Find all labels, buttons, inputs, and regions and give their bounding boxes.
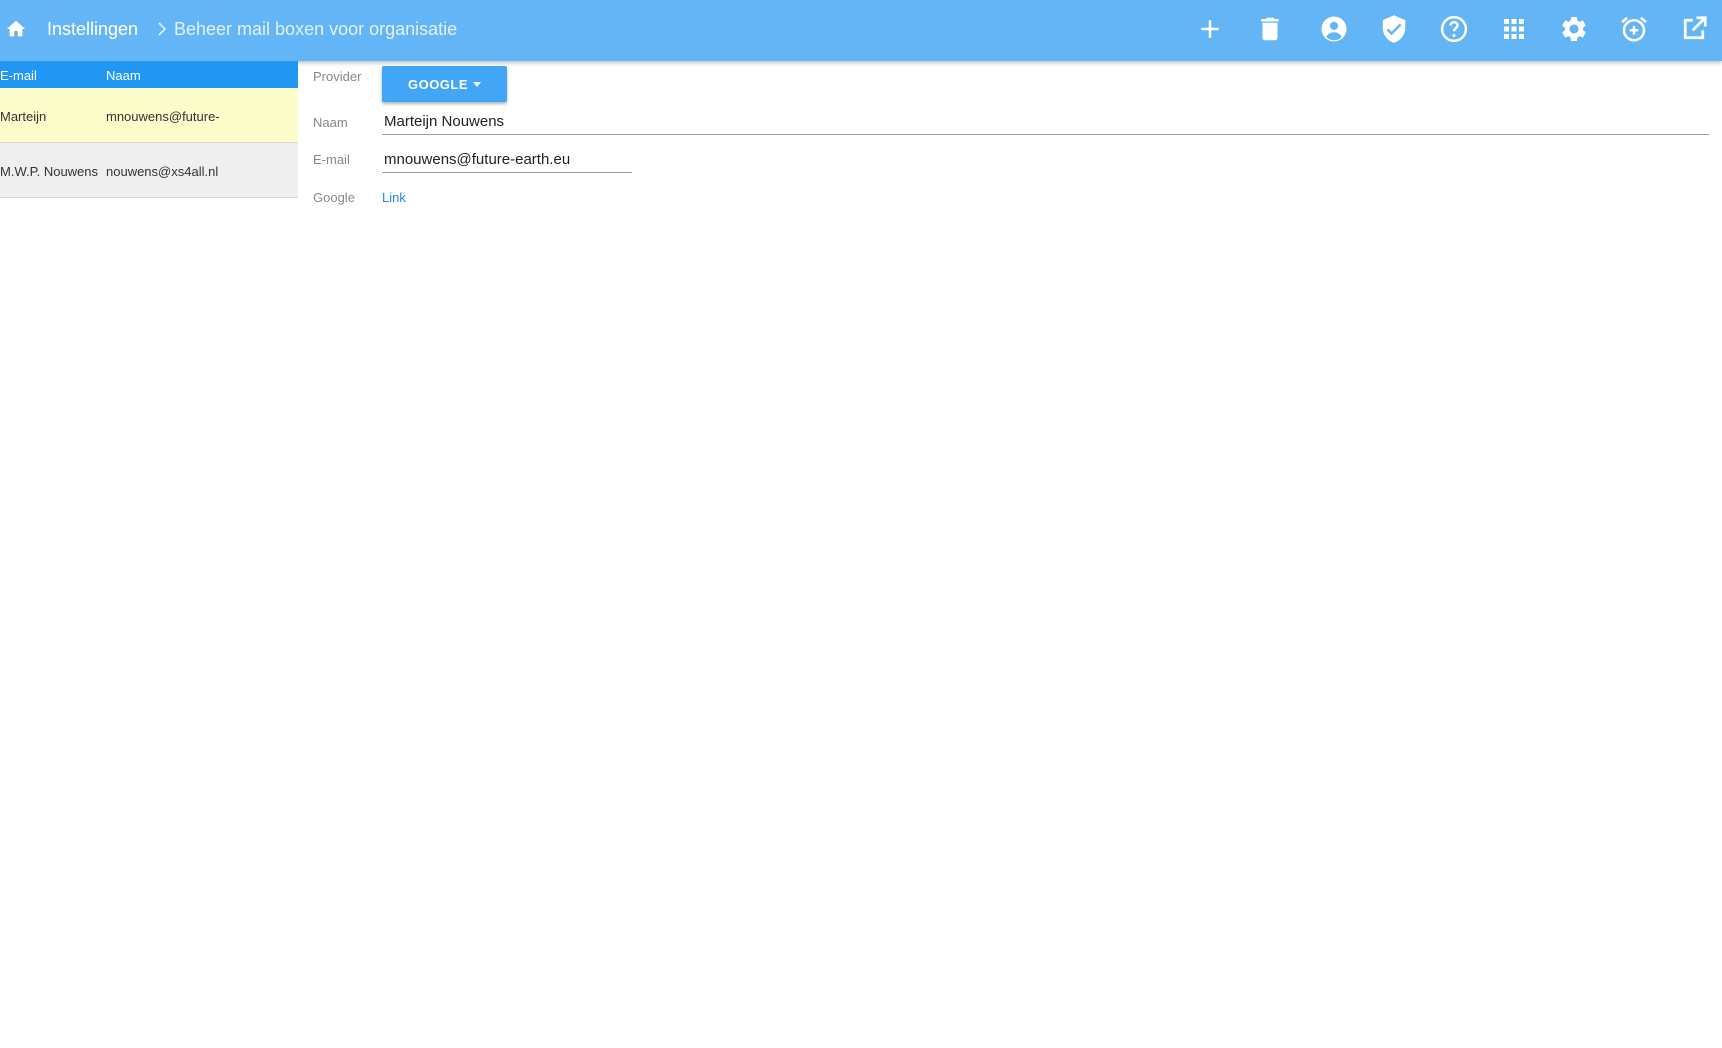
row-email-cell: M.W.P. Nouwens [0, 164, 99, 179]
email-field[interactable] [382, 147, 632, 173]
alarm-add-icon[interactable] [1619, 14, 1649, 44]
apps-grid-icon[interactable] [1499, 14, 1529, 44]
breadcrumb-root[interactable]: Instellingen [47, 19, 138, 40]
email-label: E-mail [313, 152, 350, 167]
shield-check-icon[interactable] [1379, 14, 1409, 44]
row-name-cell: mnouwens@future- [106, 109, 220, 124]
table-row[interactable]: Marteijn mnouwens@future- [0, 88, 298, 143]
caret-down-icon [473, 81, 482, 87]
top-app-bar: Instellingen Beheer mail boxen voor orga… [0, 0, 1722, 61]
provider-label: Provider [313, 69, 362, 84]
list-header: E-mail Naam [0, 61, 298, 88]
column-header-name[interactable]: Naam [106, 68, 141, 83]
row-name-cell: nouwens@xs4all.nl [106, 164, 219, 179]
name-label: Naam [313, 115, 348, 130]
open-external-icon[interactable] [1679, 14, 1709, 44]
help-icon[interactable] [1439, 14, 1469, 44]
chevron-right-icon [155, 20, 169, 38]
add-icon[interactable] [1195, 14, 1225, 44]
column-header-email[interactable]: E-mail [0, 68, 37, 83]
account-icon[interactable] [1319, 14, 1349, 44]
provider-value: GOOGLE [407, 76, 469, 92]
delete-icon[interactable] [1255, 14, 1285, 44]
provider-dropdown-button[interactable]: GOOGLE [382, 66, 507, 102]
breadcrumb-current: Beheer mail boxen voor organisatie [174, 19, 458, 39]
name-field[interactable] [382, 109, 1709, 135]
home-icon[interactable] [5, 18, 27, 40]
mailbox-list: E-mail Naam Marteijn mnouwens@future- M.… [0, 61, 298, 198]
google-label: Google [313, 190, 355, 205]
table-row[interactable]: M.W.P. Nouwens nouwens@xs4all.nl [0, 143, 298, 198]
settings-icon[interactable] [1559, 14, 1589, 44]
row-email-cell: Marteijn [0, 109, 47, 124]
google-link[interactable]: Link [382, 190, 406, 205]
